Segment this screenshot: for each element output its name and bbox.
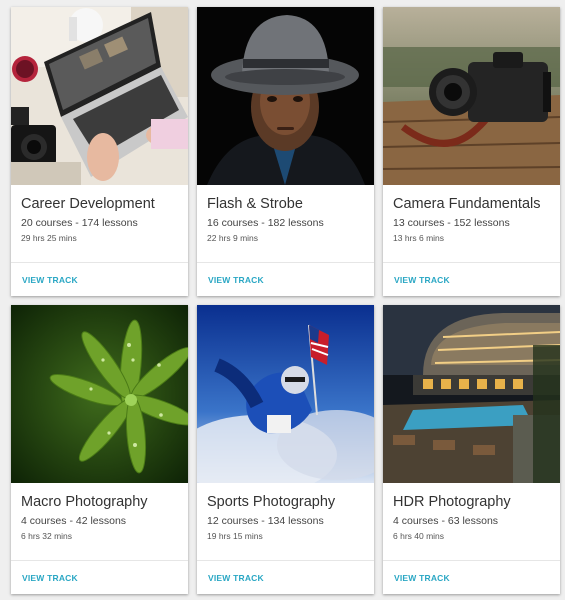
track-title: Camera Fundamentals (393, 196, 541, 212)
track-stats: 16 courses - 182 lessons (207, 217, 324, 229)
track-card-flash-strobe[interactable]: Flash & Strobe 16 courses - 182 lessons … (197, 7, 374, 296)
track-card-footer: VIEW TRACK (383, 560, 560, 594)
track-card-body: Camera Fundamentals 13 courses - 152 les… (383, 185, 560, 262)
track-card-hdr-photography[interactable]: HDR Photography 4 courses - 63 lessons 6… (383, 305, 560, 594)
track-duration: 13 hrs 6 mins (393, 233, 445, 243)
track-image-hdr-building[interactable] (383, 305, 560, 483)
view-track-button[interactable]: VIEW TRACK (394, 573, 450, 583)
view-track-button[interactable]: VIEW TRACK (208, 275, 264, 285)
view-track-button[interactable]: VIEW TRACK (208, 573, 264, 583)
track-card-career-development[interactable]: Career Development 20 courses - 174 less… (11, 7, 188, 296)
track-title: HDR Photography (393, 494, 511, 510)
track-card-footer: VIEW TRACK (11, 560, 188, 594)
track-image-portrait[interactable] (197, 7, 374, 185)
track-card-body: Sports Photography 12 courses - 134 less… (197, 483, 374, 560)
track-image-camera[interactable] (383, 7, 560, 185)
track-duration: 6 hrs 40 mins (393, 531, 445, 541)
track-title: Career Development (21, 196, 155, 212)
track-card-body: Macro Photography 4 courses - 42 lessons… (11, 483, 188, 560)
track-title: Macro Photography (21, 494, 148, 510)
track-duration: 29 hrs 25 mins (21, 233, 77, 243)
track-stats: 4 courses - 63 lessons (393, 515, 499, 527)
track-card-footer: VIEW TRACK (383, 262, 560, 296)
track-card-body: HDR Photography 4 courses - 63 lessons 6… (383, 483, 560, 560)
track-image-laptop[interactable] (11, 7, 188, 185)
track-card-body: Career Development 20 courses - 174 less… (11, 185, 188, 262)
track-grid: Career Development 20 courses - 174 less… (0, 0, 565, 600)
track-card-sports-photography[interactable]: Sports Photography 12 courses - 134 less… (197, 305, 374, 594)
track-card-footer: VIEW TRACK (197, 262, 374, 296)
view-track-button[interactable]: VIEW TRACK (22, 573, 78, 583)
track-duration: 6 hrs 32 mins (21, 531, 73, 541)
track-card-macro-photography[interactable]: Macro Photography 4 courses - 42 lessons… (11, 305, 188, 594)
track-image-leaf[interactable] (11, 305, 188, 483)
track-card-footer: VIEW TRACK (197, 560, 374, 594)
track-stats: 20 courses - 174 lessons (21, 217, 138, 229)
track-duration: 22 hrs 9 mins (207, 233, 259, 243)
track-stats: 4 courses - 42 lessons (21, 515, 127, 527)
track-card-footer: VIEW TRACK (11, 262, 188, 296)
track-title: Sports Photography (207, 494, 336, 510)
track-image-football[interactable] (197, 305, 374, 483)
track-card-camera-fundamentals[interactable]: Camera Fundamentals 13 courses - 152 les… (383, 7, 560, 296)
track-card-body: Flash & Strobe 16 courses - 182 lessons … (197, 185, 374, 262)
track-stats: 13 courses - 152 lessons (393, 217, 510, 229)
view-track-button[interactable]: VIEW TRACK (394, 275, 450, 285)
track-duration: 19 hrs 15 mins (207, 531, 263, 541)
track-title: Flash & Strobe (207, 196, 303, 212)
track-stats: 12 courses - 134 lessons (207, 515, 324, 527)
view-track-button[interactable]: VIEW TRACK (22, 275, 78, 285)
